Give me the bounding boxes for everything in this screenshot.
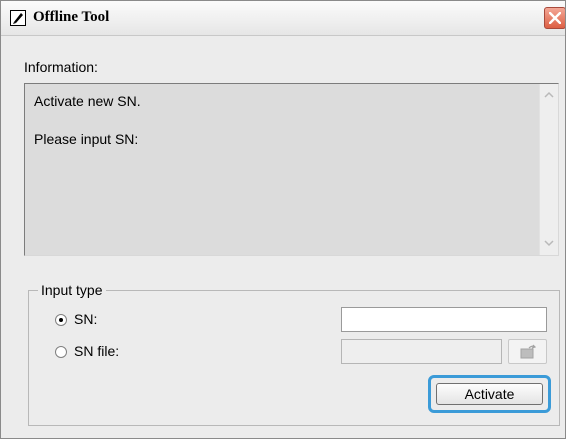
pen-document-icon (10, 10, 26, 26)
sn-input[interactable] (341, 307, 547, 332)
scroll-up-icon[interactable] (541, 87, 557, 103)
scroll-down-icon[interactable] (541, 235, 557, 251)
sn-file-radio[interactable] (55, 346, 67, 358)
window-title: Offline Tool (33, 9, 110, 25)
offline-tool-window: Offline Tool Information: Activate new S… (0, 0, 566, 439)
activate-button[interactable]: Activate (436, 383, 543, 405)
information-label: Information: (24, 59, 98, 75)
input-type-legend: Input type (38, 282, 106, 298)
sn-radio-label[interactable]: SN: (74, 311, 97, 327)
info-line-prompt: Please input SN: (34, 131, 139, 147)
activate-focus-ring: Activate (428, 375, 551, 413)
close-button[interactable] (544, 7, 565, 29)
folder-open-icon (520, 344, 536, 359)
information-textbox[interactable]: Activate new SN. Please input SN: (24, 83, 559, 256)
browse-button[interactable] (508, 339, 547, 364)
title-bar[interactable]: Offline Tool (1, 1, 565, 36)
vertical-scrollbar[interactable] (539, 84, 558, 255)
radio-selected-dot (59, 318, 63, 322)
sn-file-input[interactable] (341, 339, 502, 364)
close-icon (549, 12, 561, 24)
sn-radio[interactable] (55, 314, 67, 326)
info-line-activate: Activate new SN. (34, 93, 141, 109)
sn-file-radio-label[interactable]: SN file: (74, 343, 119, 359)
